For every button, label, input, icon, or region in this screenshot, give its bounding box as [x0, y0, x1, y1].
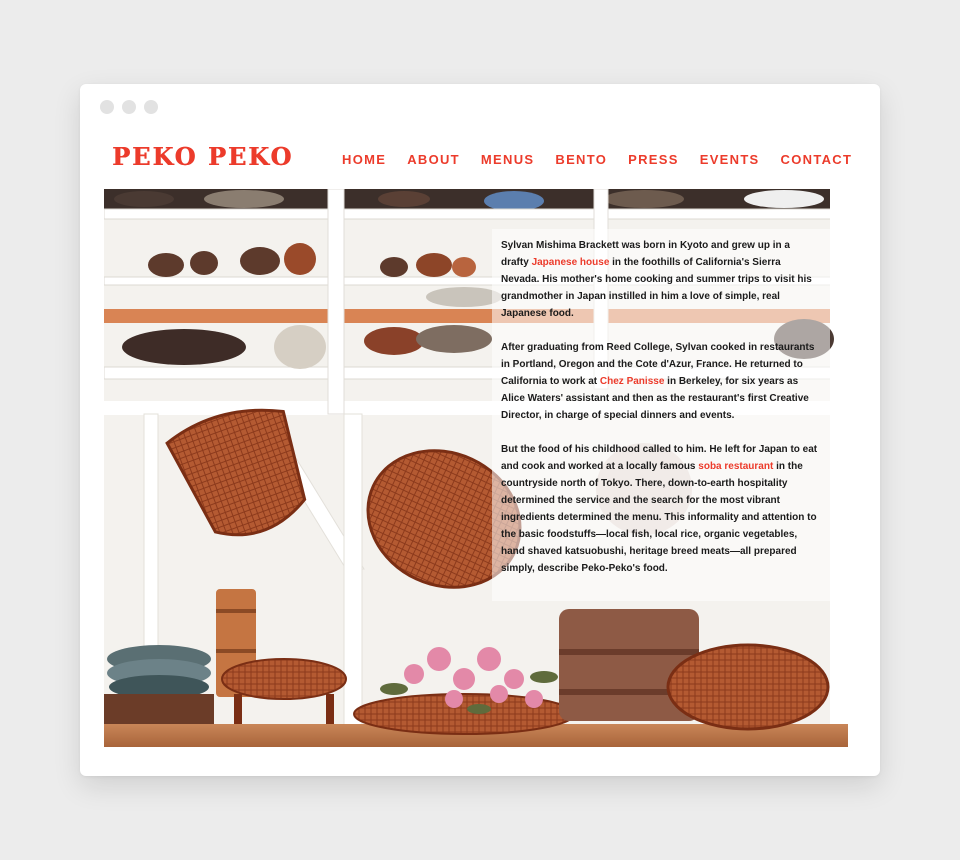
site-logo[interactable]: PEKO PEKO [112, 142, 293, 171]
main-nav: HOME ABOUT MENUS BENTO PRESS EVENTS CONT… [342, 152, 852, 167]
nav-home[interactable]: HOME [342, 152, 386, 167]
story-paragraph-3: But the food of his childhood called to … [501, 441, 819, 577]
story-paragraph-2: After graduating from Reed College, Sylv… [501, 339, 819, 424]
story-text: Sylvan Mishima Brackett was born in Kyot… [501, 237, 819, 594]
window-dot-minimize[interactable] [122, 100, 136, 114]
story-p3-text-b: in the countryside north of Tokyo. There… [501, 461, 817, 574]
story-paragraph-1: Sylvan Mishima Brackett was born in Kyot… [501, 237, 819, 322]
nav-bento[interactable]: BENTO [555, 152, 607, 167]
nav-contact[interactable]: CONTACT [781, 152, 853, 167]
browser-window: PEKO PEKO HOME ABOUT MENUS BENTO PRESS E… [80, 84, 880, 776]
window-controls [100, 100, 158, 114]
window-dot-maximize[interactable] [144, 100, 158, 114]
link-japanese-house[interactable]: Japanese house [532, 257, 610, 268]
nav-press[interactable]: PRESS [628, 152, 679, 167]
nav-events[interactable]: EVENTS [700, 152, 760, 167]
nav-menus[interactable]: MENUS [481, 152, 534, 167]
link-chez-panisse[interactable]: Chez Panisse [600, 376, 664, 387]
nav-about[interactable]: ABOUT [407, 152, 460, 167]
hero-image: Sylvan Mishima Brackett was born in Kyot… [104, 189, 848, 747]
window-dot-close[interactable] [100, 100, 114, 114]
link-soba-restaurant[interactable]: soba restaurant [698, 461, 773, 472]
